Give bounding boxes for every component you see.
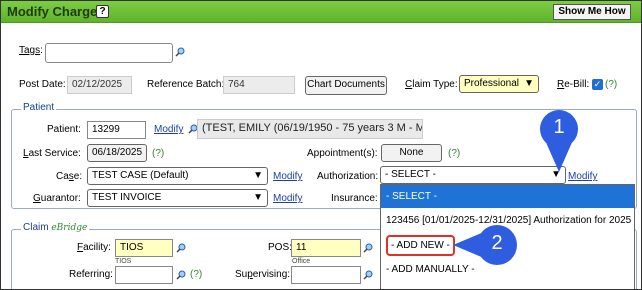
patient-info: (TEST, EMILY (06/19/1950 - 75 years 3 M …: [197, 119, 423, 139]
referring-help[interactable]: (?): [190, 269, 202, 280]
referring-label: Referring:: [69, 269, 113, 280]
claim-type-select[interactable]: Professional ▼: [459, 75, 539, 93]
chevron-down-icon: ▼: [524, 78, 534, 89]
auth-option-select[interactable]: - SELECT -: [381, 185, 634, 208]
add-new-highlight: - ADD NEW -: [386, 235, 455, 256]
show-me-how-button[interactable]: Show Me How: [553, 4, 631, 20]
modify-charge-window: Modify Charge ? Show Me How Tags: Post D…: [0, 0, 642, 290]
guarantor-value: TEST INVOICE: [92, 192, 162, 203]
post-date-label: Post Date:: [19, 79, 66, 90]
ebridge-logo: eBridge: [51, 223, 88, 233]
last-service-label: Last Service:: [23, 148, 81, 159]
claim-type-value: Professional: [464, 78, 520, 89]
pos-field[interactable]: 11: [291, 239, 361, 257]
patient-modify-link[interactable]: Modify: [154, 124, 183, 135]
patient-field[interactable]: 13299: [87, 121, 146, 139]
patient-legend: Patient: [21, 102, 57, 113]
search-icon[interactable]: [176, 270, 186, 280]
case-value: TEST CASE (Default): [92, 170, 189, 181]
authorization-label: Authorization:: [317, 171, 379, 182]
guarantor-modify-link[interactable]: Modify: [273, 193, 302, 204]
chevron-down-icon: ▼: [253, 192, 263, 203]
facility-label: Facility:: [77, 242, 111, 253]
reference-batch-field: 764: [223, 76, 295, 94]
case-modify-link[interactable]: Modify: [273, 171, 302, 182]
pos-sub: Office: [292, 258, 311, 265]
chevron-down-icon: ▼: [253, 170, 263, 181]
last-service-help[interactable]: (?): [152, 148, 164, 159]
case-label: Case:: [56, 171, 83, 182]
appointments-button[interactable]: None: [381, 144, 442, 162]
tags-label: Tags:: [19, 45, 43, 56]
search-icon[interactable]: [363, 270, 373, 280]
case-select[interactable]: TEST CASE (Default) ▼: [87, 167, 268, 185]
post-date-field: 02/12/2025: [67, 76, 132, 94]
patient-label: Patient:: [47, 124, 81, 135]
supervising-label: Supervising:: [235, 269, 291, 280]
referring-field[interactable]: [115, 266, 173, 284]
facility-sub: TIOS: [115, 258, 132, 265]
search-icon[interactable]: [176, 243, 186, 253]
callout-2-number: 2: [491, 232, 503, 254]
authorization-value: - SELECT -: [385, 169, 436, 180]
chart-documents-button[interactable]: Chart Documents: [305, 76, 387, 95]
reference-batch-label: Reference Batch:: [147, 79, 225, 90]
search-icon[interactable]: [363, 243, 373, 253]
claim-type-label: Claim Type:: [405, 79, 458, 90]
rebill-label: Re-Bill:: [557, 79, 590, 90]
tags-input[interactable]: [45, 43, 173, 63]
rebill-help[interactable]: (?): [605, 79, 617, 90]
guarantor-select[interactable]: TEST INVOICE ▼: [87, 189, 268, 207]
supervising-field[interactable]: [291, 266, 361, 284]
insurance-label: Insurance:: [331, 193, 378, 204]
callout-1-number: 1: [553, 116, 565, 138]
facility-field[interactable]: TIOS: [115, 239, 173, 257]
help-icon[interactable]: ?: [96, 5, 109, 18]
guarantor-label: Guarantor:: [33, 193, 81, 204]
appointments-help[interactable]: (?): [448, 148, 460, 159]
search-icon[interactable]: [175, 47, 185, 57]
window-title: Modify Charge: [7, 4, 98, 19]
title-bar: Modify Charge ? Show Me How: [1, 1, 641, 23]
pos-label: POS:: [268, 242, 292, 253]
last-service-button[interactable]: 06/18/2025: [87, 144, 147, 162]
appointments-label: Appointment(s):: [307, 148, 378, 159]
claim-legend: Claim eBridge: [21, 222, 90, 233]
callout-2-pointer: [453, 225, 517, 265]
rebill-checkbox[interactable]: ✓: [592, 79, 603, 90]
